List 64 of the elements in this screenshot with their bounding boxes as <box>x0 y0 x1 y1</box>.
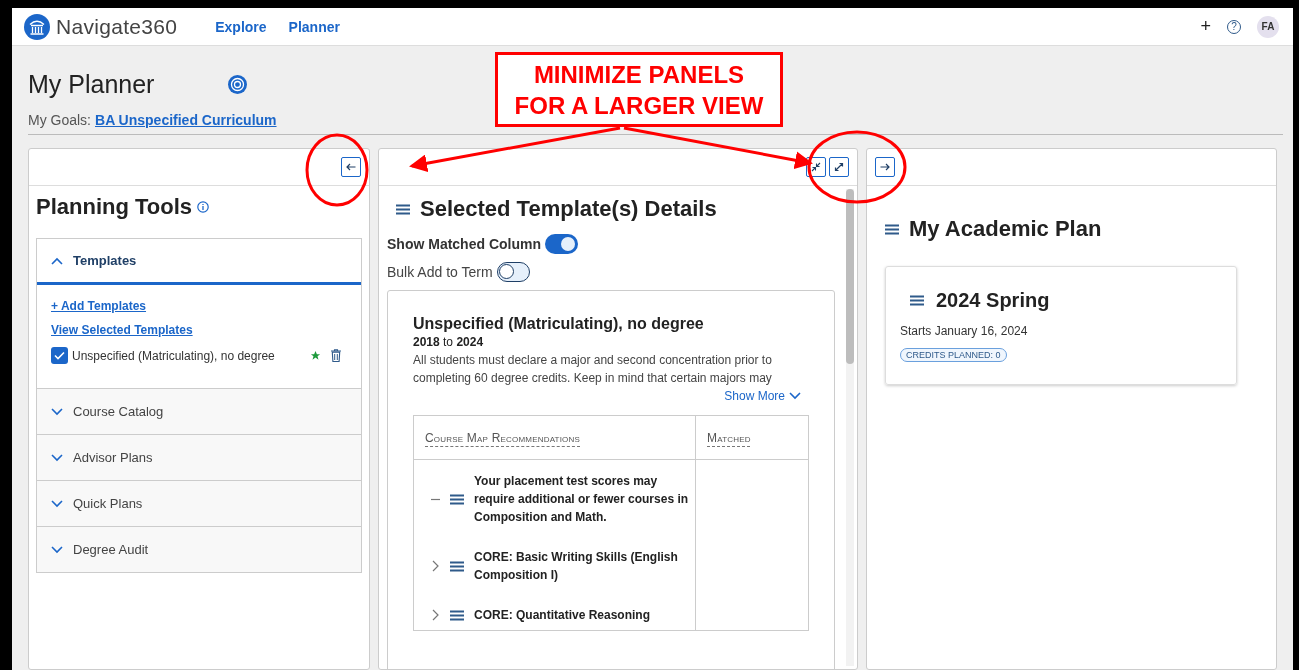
drag-handle-icon[interactable] <box>450 560 464 572</box>
chevron-down-icon <box>51 499 63 508</box>
nav-link[interactable]: Explore <box>215 18 267 35</box>
chevron-up-icon <box>51 256 63 265</box>
checkbox[interactable] <box>51 347 68 364</box>
expand-button[interactable] <box>829 157 849 177</box>
user-avatar[interactable]: FA <box>1257 15 1279 38</box>
toggle-switch[interactable] <box>496 262 530 282</box>
target-icon[interactable] <box>228 75 248 94</box>
menu-icon[interactable] <box>396 203 410 215</box>
menu-icon[interactable] <box>910 295 924 306</box>
panel-title: Planning Tools <box>36 194 193 220</box>
recommendation-text: CORE: Basic Writing Skills (English Composition I) <box>474 549 679 584</box>
term-start-date: Starts January 16, 2024 <box>900 324 1029 338</box>
template-description: All students must declare a major and second concentration prior to completing 60 degree credits. Keep in mind that certain majors may <box>413 352 773 387</box>
recommendation-text: Your placement test scores may require additional or fewer courses in Composition and Math. <box>474 473 689 526</box>
chevron-right-icon[interactable] <box>431 609 440 621</box>
recommendation-text: CORE: Quantitative Reasoning <box>474 607 652 624</box>
menu-icon[interactable] <box>885 223 899 235</box>
template-years: 2018 to 2024 <box>413 335 485 349</box>
logo-icon <box>24 13 50 40</box>
info-icon[interactable] <box>197 201 210 213</box>
toggle-label: Bulk Add to Term <box>387 264 493 280</box>
goal-link[interactable]: BA Unspecified Curriculum <box>95 112 277 128</box>
chevron-down-icon <box>789 392 801 400</box>
expand-icon <box>834 162 844 172</box>
goals-label: My Goals: <box>28 112 91 128</box>
accordion-header[interactable]: Course Catalog <box>37 389 361 434</box>
panel-title: Selected Template(s) Details <box>420 196 717 222</box>
arrow-left-icon <box>346 163 356 171</box>
chevron-right-icon[interactable] <box>431 560 440 572</box>
nav-link[interactable]: Planner <box>288 18 340 35</box>
template-name: Unspecified (Matriculating), no degree <box>72 348 275 363</box>
credits-badge: CREDITS PLANNED: 0 <box>900 348 1007 362</box>
column-header[interactable]: Course Map Recommendations <box>425 430 581 445</box>
chevron-down-icon <box>51 407 63 416</box>
drag-handle-icon[interactable] <box>450 493 464 505</box>
panel-title: My Academic Plan <box>909 216 1102 242</box>
add-button[interactable]: + <box>1200 16 1211 37</box>
trash-icon[interactable] <box>331 349 341 362</box>
toggle-label: Show Matched Column <box>387 236 541 252</box>
brand-name: Navigate360 <box>56 14 178 39</box>
accordion-header[interactable]: Advisor Plans <box>37 435 361 480</box>
arrows-in-icon <box>811 162 821 172</box>
callout-text: MINIMIZE PANELS FOR A LARGER VIEW <box>495 52 783 127</box>
column-header[interactable]: Matched <box>707 430 751 445</box>
accordion-header[interactable]: Degree Audit <box>37 527 361 572</box>
template-title: Unspecified (Matriculating), no degree <box>413 315 705 333</box>
page-title: My Planner <box>28 70 155 99</box>
show-more-button[interactable]: Show More <box>724 389 801 403</box>
star-icon[interactable] <box>310 350 321 361</box>
toggle-switch[interactable] <box>545 234 578 254</box>
accordion-header[interactable]: Quick Plans <box>37 481 361 526</box>
template-link[interactable]: + Add Templates <box>51 299 147 313</box>
collapse-right-button[interactable] <box>875 157 895 177</box>
chevron-down-icon <box>51 545 63 554</box>
template-link[interactable]: View Selected Templates <box>51 323 193 337</box>
arrow-right-icon <box>880 163 890 171</box>
accordion-header[interactable]: Templates <box>37 239 361 285</box>
collapse-left-button[interactable] <box>341 157 361 177</box>
drag-handle-icon[interactable] <box>450 609 464 621</box>
scrollbar[interactable] <box>846 189 854 666</box>
term-title: 2024 Spring <box>936 289 1050 312</box>
chevron-down-icon <box>51 453 63 462</box>
